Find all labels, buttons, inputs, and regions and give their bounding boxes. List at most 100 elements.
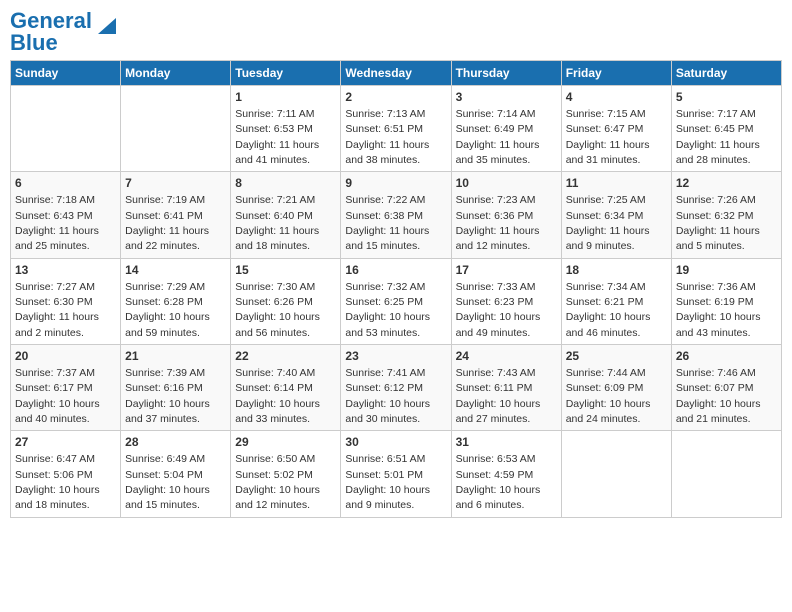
day-info: Sunrise: 7:46 AMSunset: 6:07 PMDaylight:… (676, 367, 761, 425)
day-info: Sunrise: 7:34 AMSunset: 6:21 PMDaylight:… (566, 281, 651, 339)
day-number: 25 (566, 348, 667, 365)
day-info: Sunrise: 7:25 AMSunset: 6:34 PMDaylight:… (566, 194, 650, 252)
calendar-cell: 13 Sunrise: 7:27 AMSunset: 6:30 PMDayligh… (11, 258, 121, 344)
day-info: Sunrise: 7:11 AMSunset: 6:53 PMDaylight:… (235, 108, 319, 166)
day-number: 9 (345, 175, 446, 192)
day-info: Sunrise: 7:13 AMSunset: 6:51 PMDaylight:… (345, 108, 429, 166)
logo-icon (96, 14, 118, 36)
day-number: 15 (235, 262, 336, 279)
day-info: Sunrise: 7:22 AMSunset: 6:38 PMDaylight:… (345, 194, 429, 252)
day-info: Sunrise: 7:26 AMSunset: 6:32 PMDaylight:… (676, 194, 760, 252)
calendar-cell: 7 Sunrise: 7:19 AMSunset: 6:41 PMDaylight… (121, 172, 231, 258)
day-number: 27 (15, 434, 116, 451)
day-info: Sunrise: 7:15 AMSunset: 6:47 PMDaylight:… (566, 108, 650, 166)
day-info: Sunrise: 7:40 AMSunset: 6:14 PMDaylight:… (235, 367, 320, 425)
day-info: Sunrise: 7:21 AMSunset: 6:40 PMDaylight:… (235, 194, 319, 252)
calendar-cell: 8 Sunrise: 7:21 AMSunset: 6:40 PMDaylight… (231, 172, 341, 258)
calendar-cell: 19 Sunrise: 7:36 AMSunset: 6:19 PMDayligh… (671, 258, 781, 344)
day-info: Sunrise: 6:50 AMSunset: 5:02 PMDaylight:… (235, 453, 320, 511)
day-number: 7 (125, 175, 226, 192)
day-number: 6 (15, 175, 116, 192)
calendar-cell: 14 Sunrise: 7:29 AMSunset: 6:28 PMDayligh… (121, 258, 231, 344)
day-info: Sunrise: 7:43 AMSunset: 6:11 PMDaylight:… (456, 367, 541, 425)
calendar-cell (11, 86, 121, 172)
day-number: 19 (676, 262, 777, 279)
day-number: 24 (456, 348, 557, 365)
day-info: Sunrise: 7:33 AMSunset: 6:23 PMDaylight:… (456, 281, 541, 339)
calendar-table: SundayMondayTuesdayWednesdayThursdayFrid… (10, 60, 782, 518)
calendar-cell: 31Sunrise: 6:53 AMSunset: 4:59 PMDayligh… (451, 431, 561, 517)
day-number: 28 (125, 434, 226, 451)
calendar-cell: 3Sunrise: 7:14 AMSunset: 6:49 PMDaylight… (451, 86, 561, 172)
calendar-cell: 1 Sunrise: 7:11 AMSunset: 6:53 PMDaylight… (231, 86, 341, 172)
calendar-cell: 23 Sunrise: 7:41 AMSunset: 6:12 PMDayligh… (341, 345, 451, 431)
day-number: 5 (676, 89, 777, 106)
calendar-cell: 12 Sunrise: 7:26 AMSunset: 6:32 PMDayligh… (671, 172, 781, 258)
calendar-cell: 20Sunrise: 7:37 AMSunset: 6:17 PMDayligh… (11, 345, 121, 431)
col-header-friday: Friday (561, 61, 671, 86)
logo-text: GeneralBlue (10, 10, 92, 54)
day-number: 20 (15, 348, 116, 365)
calendar-cell (121, 86, 231, 172)
day-number: 10 (456, 175, 557, 192)
day-number: 21 (125, 348, 226, 365)
col-header-monday: Monday (121, 61, 231, 86)
day-info: Sunrise: 7:30 AMSunset: 6:26 PMDaylight:… (235, 281, 320, 339)
calendar-cell: 25 Sunrise: 7:44 AMSunset: 6:09 PMDayligh… (561, 345, 671, 431)
day-info: Sunrise: 7:36 AMSunset: 6:19 PMDaylight:… (676, 281, 761, 339)
day-info: Sunrise: 6:53 AMSunset: 4:59 PMDaylight:… (456, 453, 541, 511)
col-header-wednesday: Wednesday (341, 61, 451, 86)
day-info: Sunrise: 7:14 AMSunset: 6:49 PMDaylight:… (456, 108, 540, 166)
day-number: 8 (235, 175, 336, 192)
calendar-cell: 29 Sunrise: 6:50 AMSunset: 5:02 PMDayligh… (231, 431, 341, 517)
day-number: 26 (676, 348, 777, 365)
calendar-cell (561, 431, 671, 517)
day-info: Sunrise: 7:44 AMSunset: 6:09 PMDaylight:… (566, 367, 651, 425)
day-number: 12 (676, 175, 777, 192)
calendar-cell: 24 Sunrise: 7:43 AMSunset: 6:11 PMDayligh… (451, 345, 561, 431)
calendar-cell: 30 Sunrise: 6:51 AMSunset: 5:01 PMDayligh… (341, 431, 451, 517)
day-info: Sunrise: 7:29 AMSunset: 6:28 PMDaylight:… (125, 281, 210, 339)
calendar-cell: 9 Sunrise: 7:22 AMSunset: 6:38 PMDaylight… (341, 172, 451, 258)
day-number: 23 (345, 348, 446, 365)
day-info: Sunrise: 6:47 AMSunset: 5:06 PMDaylight:… (15, 453, 100, 511)
day-number: 13 (15, 262, 116, 279)
day-number: 2 (345, 89, 446, 106)
calendar-cell: 22 Sunrise: 7:40 AMSunset: 6:14 PMDayligh… (231, 345, 341, 431)
col-header-sunday: Sunday (11, 61, 121, 86)
day-number: 1 (235, 89, 336, 106)
day-number: 4 (566, 89, 667, 106)
calendar-cell: 26 Sunrise: 7:46 AMSunset: 6:07 PMDayligh… (671, 345, 781, 431)
day-info: Sunrise: 7:17 AMSunset: 6:45 PMDaylight:… (676, 108, 760, 166)
day-number: 14 (125, 262, 226, 279)
day-number: 16 (345, 262, 446, 279)
col-header-saturday: Saturday (671, 61, 781, 86)
day-number: 30 (345, 434, 446, 451)
calendar-cell: 28Sunrise: 6:49 AMSunset: 5:04 PMDayligh… (121, 431, 231, 517)
col-header-thursday: Thursday (451, 61, 561, 86)
day-info: Sunrise: 7:27 AMSunset: 6:30 PMDaylight:… (15, 281, 99, 339)
logo-blue: Blue (10, 30, 58, 55)
calendar-cell: 21 Sunrise: 7:39 AMSunset: 6:16 PMDayligh… (121, 345, 231, 431)
day-number: 18 (566, 262, 667, 279)
calendar-cell (671, 431, 781, 517)
day-info: Sunrise: 7:19 AMSunset: 6:41 PMDaylight:… (125, 194, 209, 252)
day-info: Sunrise: 7:39 AMSunset: 6:16 PMDaylight:… (125, 367, 210, 425)
day-info: Sunrise: 7:41 AMSunset: 6:12 PMDaylight:… (345, 367, 430, 425)
calendar-cell: 10 Sunrise: 7:23 AMSunset: 6:36 PMDayligh… (451, 172, 561, 258)
day-info: Sunrise: 7:23 AMSunset: 6:36 PMDaylight:… (456, 194, 540, 252)
day-info: Sunrise: 6:51 AMSunset: 5:01 PMDaylight:… (345, 453, 430, 511)
calendar-cell: 5 Sunrise: 7:17 AMSunset: 6:45 PMDaylight… (671, 86, 781, 172)
calendar-cell: 27 Sunrise: 6:47 AMSunset: 5:06 PMDayligh… (11, 431, 121, 517)
day-number: 29 (235, 434, 336, 451)
calendar-cell: 2 Sunrise: 7:13 AMSunset: 6:51 PMDaylight… (341, 86, 451, 172)
calendar-cell: 15 Sunrise: 7:30 AMSunset: 6:26 PMDayligh… (231, 258, 341, 344)
logo: GeneralBlue (10, 10, 118, 54)
calendar-cell: 4 Sunrise: 7:15 AMSunset: 6:47 PMDaylight… (561, 86, 671, 172)
day-info: Sunrise: 7:32 AMSunset: 6:25 PMDaylight:… (345, 281, 430, 339)
day-number: 17 (456, 262, 557, 279)
calendar-cell: 18 Sunrise: 7:34 AMSunset: 6:21 PMDayligh… (561, 258, 671, 344)
calendar-cell: 11Sunrise: 7:25 AMSunset: 6:34 PMDayligh… (561, 172, 671, 258)
day-number: 22 (235, 348, 336, 365)
col-header-tuesday: Tuesday (231, 61, 341, 86)
